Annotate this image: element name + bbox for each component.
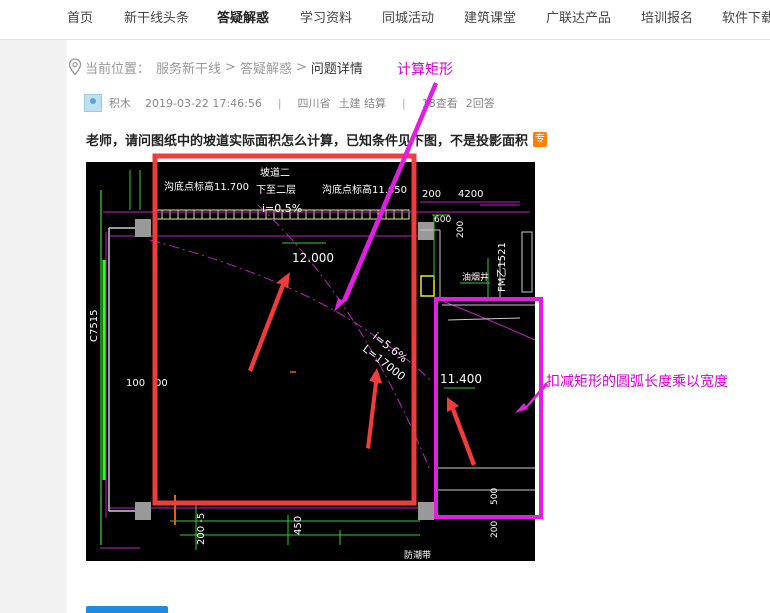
drawing-label: 下至二层	[256, 184, 296, 196]
drawing-label: 200	[422, 189, 441, 200]
drawing-label: FM乙1521	[496, 242, 508, 292]
drawing-label: 200	[456, 221, 466, 238]
cad-drawing-image[interactable]: 坡道二 下至二层 i=0.5% 沟底点标高11.700 沟底点标高11.650 …	[0, 0, 770, 613]
drawing-label: 500	[490, 488, 500, 505]
drawing-label: 12.000	[292, 251, 334, 265]
drawing-label: 200	[490, 521, 500, 538]
drawing-label: 200 -5	[196, 513, 207, 545]
drawing-label: 11.400	[440, 372, 482, 386]
drawing-label: 450	[293, 516, 304, 535]
drawing-label: 600	[434, 215, 451, 225]
drawing-label: i=0.5%	[262, 202, 302, 215]
drawing-label: C7515	[89, 310, 100, 342]
drawing-label: 坡道二	[260, 166, 290, 179]
annotation-deduct: 扣减矩形的圆弧长度乘以宽度	[546, 374, 728, 390]
drawing-label: 沟底点标高11.700	[164, 180, 249, 193]
drawing-label: 油烟井	[462, 271, 489, 283]
annotation-calc-rect: 计算矩形	[397, 62, 453, 78]
answer-button[interactable]	[86, 606, 168, 613]
drawing-label: 4200	[458, 189, 483, 200]
drawing-label: 防潮带	[404, 549, 431, 561]
drawing-label: 100	[126, 378, 145, 389]
